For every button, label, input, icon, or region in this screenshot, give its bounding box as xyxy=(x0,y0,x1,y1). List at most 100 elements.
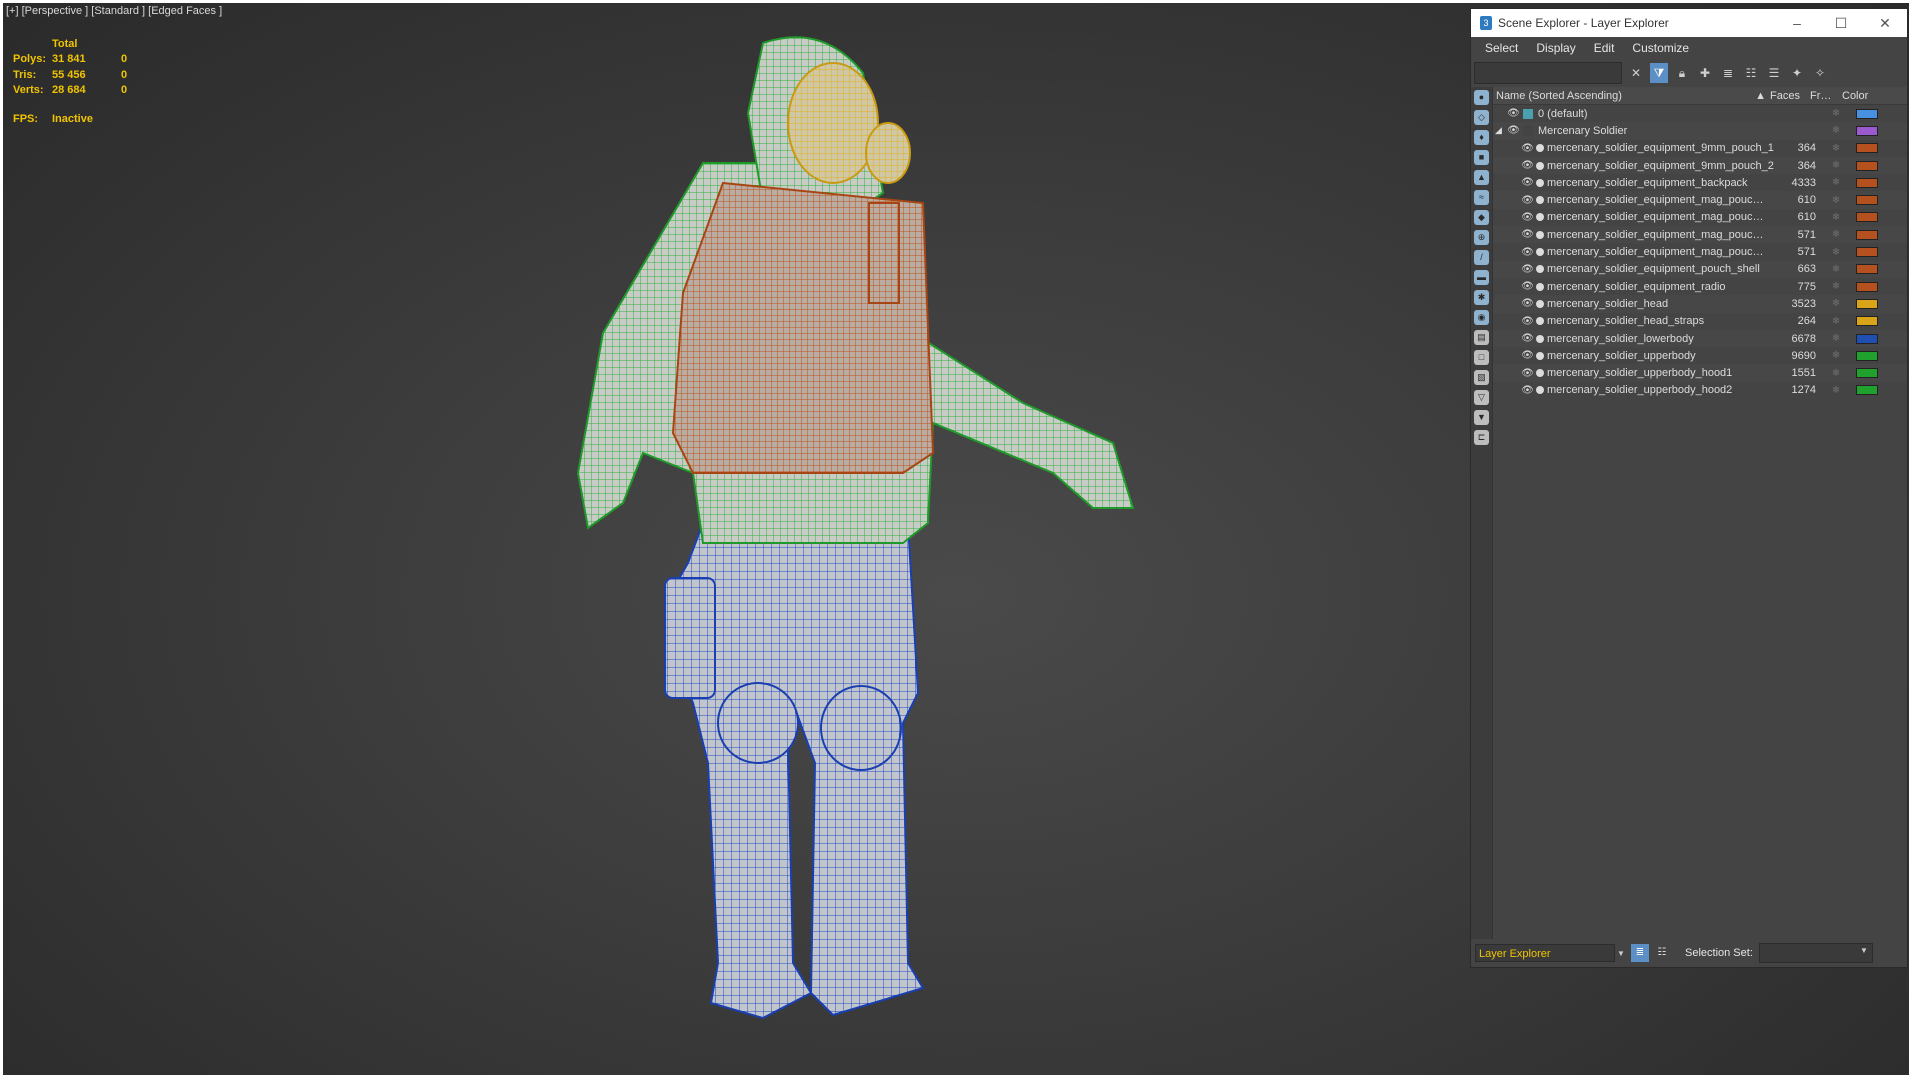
lock-icon[interactable]: 🔒︎ xyxy=(1673,63,1691,83)
display-cameras-icon[interactable]: ■ xyxy=(1474,150,1489,165)
freeze-snowflake-icon[interactable]: ❄ xyxy=(1822,298,1850,309)
render-dot-icon[interactable] xyxy=(1536,213,1544,222)
hierarchy-icon[interactable]: ☷ xyxy=(1742,63,1760,83)
add-layer-icon[interactable]: ✚ xyxy=(1696,63,1714,83)
display-none-icon[interactable]: □ xyxy=(1474,350,1489,365)
visibility-eye-icon[interactable]: 👁︎ xyxy=(1521,298,1534,309)
menu-customize[interactable]: Customize xyxy=(1632,41,1689,55)
render-dot-icon[interactable] xyxy=(1536,334,1544,343)
freeze-snowflake-icon[interactable]: ❄ xyxy=(1822,333,1850,344)
visibility-eye-icon[interactable]: 👁︎ xyxy=(1521,160,1534,171)
clear-search-icon[interactable]: ✕ xyxy=(1627,63,1645,83)
folder-icon[interactable]: ⊏ xyxy=(1474,430,1489,445)
column-color[interactable]: Color xyxy=(1842,90,1882,102)
freeze-snowflake-icon[interactable]: ❄ xyxy=(1822,229,1850,240)
list-item[interactable]: 👁︎ mercenary_soldier_upperbody 9690 ❄ xyxy=(1493,347,1907,364)
freeze-snowflake-icon[interactable]: ❄ xyxy=(1822,281,1850,292)
column-frozen[interactable]: Fr… xyxy=(1810,90,1842,102)
explorer-titlebar[interactable]: 3 Scene Explorer - Layer Explorer – ☐ ✕ xyxy=(1471,9,1907,37)
render-dot-icon[interactable] xyxy=(1536,299,1544,308)
layer-color-swatch[interactable] xyxy=(1856,229,1878,240)
list-item[interactable]: 👁︎ mercenary_soldier_upperbody_hood1 1551 ❄ xyxy=(1493,364,1907,382)
settings-icon[interactable]: ✧ xyxy=(1811,63,1829,83)
hierarchy-mode-icon[interactable]: ☷ xyxy=(1653,944,1671,962)
highlight-layer-icon[interactable]: ✦ xyxy=(1788,63,1806,83)
freeze-snowflake-icon[interactable]: ❄ xyxy=(1822,108,1850,119)
layer-color-swatch[interactable] xyxy=(1856,316,1878,327)
visibility-eye-icon[interactable]: 👁︎ xyxy=(1521,247,1534,258)
display-particles-icon[interactable]: ✱ xyxy=(1474,290,1489,305)
layer-manager-icon[interactable]: ☰ xyxy=(1765,63,1783,83)
menu-edit[interactable]: Edit xyxy=(1594,41,1615,55)
list-item[interactable]: 👁︎ mercenary_soldier_equipment_radio 775 ❄ xyxy=(1493,278,1907,295)
mesh-lowerbody[interactable] xyxy=(663,522,925,1020)
freeze-snowflake-icon[interactable]: ❄ xyxy=(1822,385,1850,396)
render-dot-icon[interactable] xyxy=(1536,161,1544,170)
visibility-eye-icon[interactable]: 👁︎ xyxy=(1521,264,1534,275)
render-dot-icon[interactable] xyxy=(1536,144,1544,153)
layer-color-swatch[interactable] xyxy=(1856,108,1878,119)
list-item[interactable]: 👁︎ mercenary_soldier_equipment_9mm_pouch_… xyxy=(1493,156,1907,175)
list-item[interactable]: 👁︎ mercenary_soldier_equipment_mag_pouc… 6… xyxy=(1493,209,1907,226)
visibility-eye-icon[interactable]: 👁︎ xyxy=(1521,333,1534,344)
mesh-head[interactable] xyxy=(787,62,911,184)
explorer-dropdown-icon[interactable]: ▼ xyxy=(1615,949,1627,958)
layer-color-swatch[interactable] xyxy=(1856,195,1878,206)
column-name[interactable]: Name (Sorted Ascending) ▲ xyxy=(1493,90,1770,102)
render-dot-icon[interactable] xyxy=(1536,351,1544,360)
freeze-snowflake-icon[interactable]: ❄ xyxy=(1822,195,1850,206)
display-hidden-icon[interactable]: ◉ xyxy=(1474,310,1489,325)
layer-color-swatch[interactable] xyxy=(1856,212,1878,223)
explorer-name-field[interactable]: Layer Explorer xyxy=(1475,944,1615,962)
render-dot-icon[interactable] xyxy=(1536,178,1544,187)
close-button[interactable]: ✕ xyxy=(1863,9,1907,37)
display-containers-icon[interactable]: ▬ xyxy=(1474,270,1489,285)
freeze-snowflake-icon[interactable]: ❄ xyxy=(1822,350,1850,361)
render-dot-icon[interactable] xyxy=(1536,265,1544,274)
freeze-snowflake-icon[interactable]: ❄ xyxy=(1822,264,1850,275)
display-invert-icon[interactable]: ▧ xyxy=(1474,370,1489,385)
display-spacewarps-icon[interactable]: ≈ xyxy=(1474,190,1489,205)
layer-color-swatch[interactable] xyxy=(1856,298,1878,309)
render-dot-icon[interactable] xyxy=(1536,282,1544,291)
freeze-snowflake-icon[interactable]: ❄ xyxy=(1822,212,1850,223)
visibility-eye-icon[interactable]: 👁︎ xyxy=(1521,229,1534,240)
layer-color-swatch[interactable] xyxy=(1856,264,1878,275)
list-item[interactable]: 👁︎ mercenary_soldier_head_straps 264 ❄ xyxy=(1493,313,1907,330)
freeze-snowflake-icon[interactable]: ❄ xyxy=(1822,316,1850,327)
render-dot-icon[interactable] xyxy=(1536,317,1544,326)
menu-display[interactable]: Display xyxy=(1536,41,1575,55)
list-item[interactable]: 👁︎ mercenary_soldier_lowerbody 6678 ❄ xyxy=(1493,329,1907,348)
visibility-eye-icon[interactable]: 👁︎ xyxy=(1521,143,1534,154)
display-lights-icon[interactable]: ♦ xyxy=(1474,130,1489,145)
display-xrefs-icon[interactable]: ⊕ xyxy=(1474,230,1489,245)
layer-color-swatch[interactable] xyxy=(1856,247,1878,258)
selection-set-dropdown[interactable]: ▼ xyxy=(1758,943,1873,963)
list-item[interactable]: 👁︎ mercenary_soldier_equipment_mag_pouc… 5… xyxy=(1493,243,1907,260)
layer-color-swatch[interactable] xyxy=(1856,385,1878,396)
visibility-eye-icon[interactable]: 👁︎ xyxy=(1521,385,1534,396)
layer-color-swatch[interactable] xyxy=(1856,160,1878,171)
layer-color-swatch[interactable] xyxy=(1856,143,1878,154)
visibility-eye-icon[interactable]: 👁︎ xyxy=(1521,177,1534,188)
freeze-snowflake-icon[interactable]: ❄ xyxy=(1822,177,1850,188)
visibility-eye-icon[interactable]: 👁︎ xyxy=(1507,108,1520,119)
scene-explorer-window[interactable]: 3 Scene Explorer - Layer Explorer – ☐ ✕ … xyxy=(1470,8,1908,968)
list-item[interactable]: 👁︎ mercenary_soldier_head 3523 ❄ xyxy=(1493,295,1907,313)
list-item[interactable]: ◢ 👁︎ Mercenary Soldier ❄ xyxy=(1493,122,1907,140)
render-dot-icon[interactable] xyxy=(1536,196,1544,205)
search-input[interactable] xyxy=(1474,62,1622,84)
visibility-eye-icon[interactable]: 👁︎ xyxy=(1521,281,1534,292)
list-item[interactable]: 👁︎ mercenary_soldier_equipment_mag_pouc… 5… xyxy=(1493,226,1907,244)
layer-color-swatch[interactable] xyxy=(1856,333,1878,344)
display-geometry-icon[interactable]: ● xyxy=(1474,90,1489,105)
column-faces[interactable]: Faces xyxy=(1770,90,1810,102)
filter-funnel-off-icon[interactable]: ▽ xyxy=(1474,390,1489,405)
render-dot-icon[interactable] xyxy=(1536,386,1544,395)
minimize-button[interactable]: – xyxy=(1775,9,1819,37)
freeze-snowflake-icon[interactable]: ❄ xyxy=(1822,143,1850,154)
list-item[interactable]: 👁︎ mercenary_soldier_equipment_mag_pouc… 6… xyxy=(1493,191,1907,209)
list-item[interactable]: 👁︎ 0 (default) ❄ xyxy=(1493,105,1907,122)
visibility-eye-icon[interactable]: 👁︎ xyxy=(1521,368,1534,379)
display-shapes-icon[interactable]: ◇ xyxy=(1474,110,1489,125)
